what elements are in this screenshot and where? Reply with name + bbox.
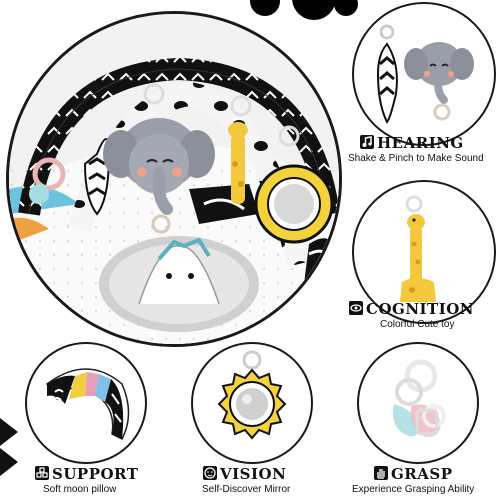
blocks-icon (35, 466, 49, 480)
music-note-icon (360, 135, 374, 149)
feature-subtitle-support: Soft moon pillow (43, 484, 117, 495)
support-pillow-photo (25, 342, 147, 464)
hearing-toys-photo (352, 2, 496, 146)
play-gym-photo (6, 11, 342, 347)
feature-subtitle-hearing: Shake & Pinch to Make Sound (348, 153, 484, 164)
decorative-blob (292, 0, 336, 20)
feature-title-cognition: COGNITION (349, 300, 474, 318)
feature-title-grasp: GRASP (374, 465, 453, 483)
baby-face-icon (203, 466, 217, 480)
decorative-blob (250, 0, 280, 16)
vision-mirror-photo (191, 342, 313, 464)
grasp-rattle-photo (357, 342, 479, 464)
hand-icon (374, 466, 388, 480)
decorative-blob (334, 0, 358, 16)
feature-title-support: SUPPORT (35, 465, 138, 483)
feature-subtitle-cognition: Colorful Cute toy (380, 319, 455, 330)
decorative-chevron (0, 418, 18, 476)
feature-subtitle-vision: Self-Discover Mirror (202, 484, 291, 495)
feature-title-vision: VISION (203, 465, 286, 483)
feature-subtitle-grasp: Experience Grasping Ability (352, 484, 475, 495)
feature-title-hearing: HEARING (360, 134, 464, 152)
eye-icon (349, 301, 363, 315)
